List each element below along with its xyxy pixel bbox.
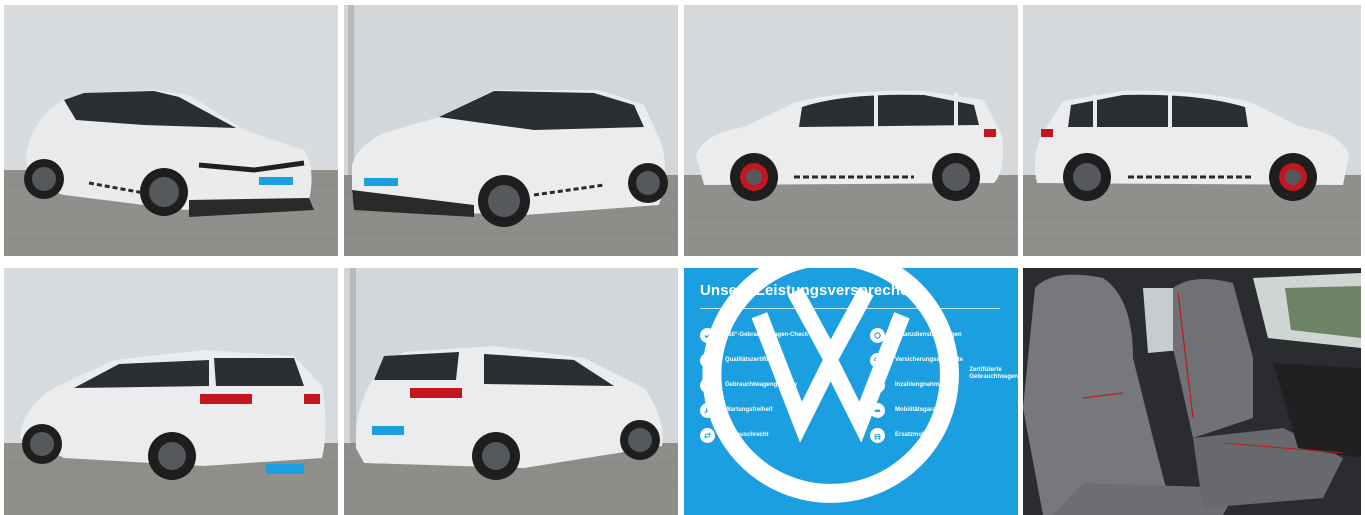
car-side-left-image — [684, 5, 1018, 256]
photo-car-interior[interactable] — [1023, 268, 1361, 515]
photo-car-rear-right[interactable] — [4, 268, 338, 515]
photo-car-rear-left[interactable] — [344, 268, 678, 515]
car-rear-right-image — [4, 268, 338, 515]
car-front-left-image — [4, 5, 338, 256]
photo-car-front-left[interactable] — [4, 5, 338, 256]
car-interior-seats-image — [1023, 268, 1361, 515]
photo-car-front-right[interactable] — [344, 5, 678, 256]
footer-line-1: Zertifizierte — [969, 367, 1002, 374]
promise-panel: Unsere Leistungsversprechen 360°-Gebrauc… — [684, 268, 1018, 515]
car-side-right-image — [1023, 5, 1361, 256]
promise-footer: Zertifizierte Gebrauchtwagen — [700, 268, 1018, 505]
footer-line-2: Gebrauchtwagen — [969, 374, 1018, 381]
car-rear-left-image — [344, 268, 678, 515]
photo-car-side-right[interactable] — [1023, 5, 1361, 256]
photo-gallery: Unsere Leistungsversprechen 360°-Gebrauc… — [0, 0, 1365, 515]
photo-car-side-left[interactable] — [684, 5, 1018, 256]
vw-logo-icon — [702, 268, 959, 503]
car-front-right-image — [344, 5, 678, 256]
footer-text: Zertifizierte Gebrauchtwagen — [969, 367, 1018, 381]
